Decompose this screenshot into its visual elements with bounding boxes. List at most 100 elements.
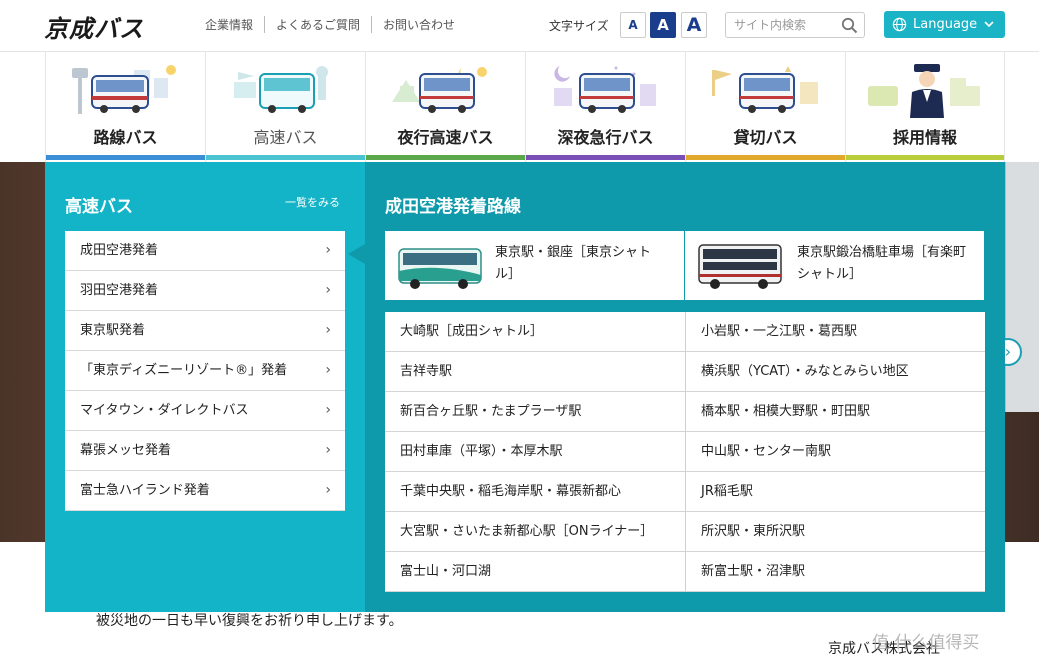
night-bus-illustration bbox=[392, 67, 487, 113]
category-list: 成田空港発着 › 羽田空港発着 › 東京駅発着 › 「東京ディズニーリゾート®」発着 ›… bbox=[65, 231, 345, 511]
site-header: 京成バス 企業情報 よくあるご質問 お問い合わせ 文字サイズ A A A Lan… bbox=[0, 0, 1039, 52]
category-item-label: 「東京ディズニーリゾート®」発着 bbox=[80, 363, 288, 378]
route-row: 大崎駅［成田シャトル］ 小岩駅・一之江駅・葛西駅 bbox=[385, 312, 985, 352]
category-item-label: 羽田空港発着 bbox=[80, 283, 159, 298]
tab-label: 夜行高速バス bbox=[397, 128, 494, 147]
category-item-disney-resort[interactable]: 「東京ディズニーリゾート®」発着 › bbox=[65, 351, 345, 391]
category-item-label: 東京駅発着 bbox=[80, 323, 146, 338]
category-item-mytown-direct[interactable]: マイタウン・ダイレクトバス › bbox=[65, 391, 345, 431]
tab-label: 採用情報 bbox=[892, 128, 957, 147]
route-link[interactable]: 田村車庫（平塚）・本厚木駅 bbox=[385, 432, 685, 472]
link-contact[interactable]: お問い合わせ bbox=[371, 16, 466, 33]
mega-menu: 高速バス 一覧をみる 成田空港発着 › 羽田空港発着 › 東京駅発着 › 「東京ディズ… bbox=[45, 162, 1005, 612]
tab-label: 路線バス bbox=[93, 128, 158, 147]
search-icon[interactable] bbox=[841, 17, 858, 34]
driver-illustration bbox=[868, 64, 980, 118]
category-item-label: 成田空港発着 bbox=[80, 243, 159, 258]
chevron-down-icon bbox=[984, 21, 994, 28]
route-link[interactable]: 千葉中央駅・稲毛海岸駅・幕張新都心 bbox=[385, 472, 685, 512]
route-link[interactable]: 橋本駅・相模大野駅・町田駅 bbox=[685, 392, 985, 432]
notice-text: 被災地の一日も早い復興をお祈り申し上げます。 bbox=[96, 613, 403, 629]
font-size-small-button[interactable]: A bbox=[620, 12, 646, 38]
featured-route-yurakucho-shuttle[interactable]: 東京駅鍛冶橋駐車場［有楽町シャトル］ bbox=[685, 231, 984, 300]
route-link[interactable]: 小岩駅・一之江駅・葛西駅 bbox=[685, 312, 985, 352]
language-label: Language bbox=[913, 17, 978, 32]
site-search bbox=[725, 12, 865, 38]
font-size-medium-button[interactable]: A bbox=[650, 12, 676, 38]
route-row: 田村車庫（平塚）・本厚木駅 中山駅・センター南駅 bbox=[385, 432, 985, 472]
category-item-tokyo-station[interactable]: 東京駅発着 › bbox=[65, 311, 345, 351]
late-night-bus-illustration bbox=[554, 66, 656, 113]
chevron-right-icon: › bbox=[325, 442, 331, 458]
category-item-label: マイタウン・ダイレクトバス bbox=[80, 403, 249, 418]
route-link[interactable]: JR稲毛駅 bbox=[685, 472, 985, 512]
chevron-right-icon: › bbox=[325, 482, 331, 498]
route-row: 千葉中央駅・稲毛海岸駅・幕張新都心 JR稲毛駅 bbox=[385, 472, 985, 512]
tab-route-bus[interactable]: 路線バス bbox=[45, 52, 205, 162]
tab-night-express-bus[interactable]: 夜行高速バス bbox=[365, 52, 525, 162]
route-link[interactable]: 横浜駅（YCAT）・みなとみらい地区 bbox=[685, 352, 985, 392]
view-all-link[interactable]: 一覧をみる bbox=[285, 194, 340, 210]
chevron-right-icon: › bbox=[325, 402, 331, 418]
category-item-narita[interactable]: 成田空港発着 › bbox=[65, 231, 345, 271]
site-logo[interactable]: 京成バス bbox=[44, 9, 144, 44]
chevron-right-icon: › bbox=[325, 282, 331, 298]
route-link[interactable]: 新百合ヶ丘駅・たまプラーザ駅 bbox=[385, 392, 685, 432]
chevron-right-icon: › bbox=[325, 242, 331, 258]
font-size-large-button[interactable]: A bbox=[681, 12, 707, 38]
category-item-haneda[interactable]: 羽田空港発着 › bbox=[65, 271, 345, 311]
route-row: 大宮駅・さいたま新都心駅［ONライナー］ 所沢駅・東所沢駅 bbox=[385, 512, 985, 552]
hero-laptop-image bbox=[1004, 162, 1039, 412]
route-link[interactable]: 吉祥寺駅 bbox=[385, 352, 685, 392]
route-link[interactable]: 富士山・河口湖 bbox=[385, 552, 685, 592]
route-link[interactable]: 中山駅・センター南駅 bbox=[685, 432, 985, 472]
tab-color-bar bbox=[526, 155, 685, 160]
route-section-title: 成田空港発着路線 bbox=[385, 197, 521, 217]
tab-color-bar bbox=[206, 155, 365, 160]
tab-late-night-express-bus[interactable]: 深夜急行バス bbox=[525, 52, 685, 162]
chevron-right-icon: › bbox=[325, 322, 331, 338]
charter-bus-illustration bbox=[712, 66, 818, 113]
utility-links: 企業情報 よくあるご質問 お問い合わせ bbox=[205, 16, 466, 33]
route-row: 吉祥寺駅 横浜駅（YCAT）・みなとみらい地区 bbox=[385, 352, 985, 392]
route-bus-illustration bbox=[72, 65, 176, 114]
tab-color-bar bbox=[46, 155, 205, 160]
watermark: 值 什么值得买 bbox=[872, 633, 980, 653]
featured-route-name: 東京駅鍛冶橋駐車場［有楽町シャトル］ bbox=[797, 245, 967, 282]
tab-charter-bus[interactable]: 貸切バス bbox=[685, 52, 845, 162]
tab-color-bar bbox=[846, 155, 1004, 160]
category-item-label: 富士急ハイランド発着 bbox=[80, 483, 210, 498]
tab-color-bar bbox=[366, 155, 525, 160]
category-item-makuhari-messe[interactable]: 幕張メッセ発着 › bbox=[65, 431, 345, 471]
tab-recruitment[interactable]: 採用情報 bbox=[845, 52, 1005, 162]
search-input[interactable] bbox=[726, 13, 836, 37]
mega-menu-left-panel: 高速バス 一覧をみる 成田空港発着 › 羽田空港発着 › 東京駅発着 › 「東京ディズ… bbox=[45, 162, 365, 612]
active-item-pointer bbox=[348, 244, 365, 264]
link-company-info[interactable]: 企業情報 bbox=[205, 16, 264, 33]
route-row: 富士山・河口湖 新富士駅・沼津駅 bbox=[385, 552, 985, 592]
category-item-fujiq-highland[interactable]: 富士急ハイランド発着 › bbox=[65, 471, 345, 511]
featured-route-tokyo-shuttle[interactable]: 東京駅・銀座［東京シャトル］ bbox=[385, 231, 684, 300]
globe-icon bbox=[892, 17, 907, 32]
language-button[interactable]: Language bbox=[884, 11, 1005, 38]
chevron-right-icon: › bbox=[325, 362, 331, 378]
mega-menu-title: 高速バス bbox=[65, 197, 133, 217]
route-link[interactable]: 新富士駅・沼津駅 bbox=[685, 552, 985, 592]
link-faq[interactable]: よくあるご質問 bbox=[264, 16, 371, 33]
route-list: 大崎駅［成田シャトル］ 小岩駅・一之江駅・葛西駅 吉祥寺駅 横浜駅（YCAT）・… bbox=[385, 312, 985, 592]
category-item-label: 幕張メッセ発着 bbox=[80, 443, 172, 458]
route-link[interactable]: 大崎駅［成田シャトル］ bbox=[385, 312, 685, 352]
route-link[interactable]: 所沢駅・東所沢駅 bbox=[685, 512, 985, 552]
tab-express-bus[interactable]: 高速バス bbox=[205, 52, 365, 162]
express-bus-illustration bbox=[234, 66, 328, 113]
featured-route-name: 東京駅・銀座［東京シャトル］ bbox=[495, 245, 652, 282]
mega-menu-right-panel: 成田空港発着路線 東京駅・銀座［東京シャトル］ 東京駅鍛冶橋駐車場［有楽町シャト… bbox=[365, 162, 1005, 612]
route-link[interactable]: 大宮駅・さいたま新都心駅［ONライナー］ bbox=[385, 512, 685, 552]
tab-label: 深夜急行バス bbox=[557, 128, 654, 147]
global-nav: 路線バス 高速バス 夜行高速バス 深夜急行バス 貸切バス 採用情報 bbox=[45, 52, 1005, 162]
tab-label: 高速バス bbox=[253, 128, 318, 147]
bus-photo bbox=[398, 248, 482, 289]
tab-label: 貸切バス bbox=[733, 128, 798, 147]
route-row: 新百合ヶ丘駅・たまプラーザ駅 橋本駅・相模大野駅・町田駅 bbox=[385, 392, 985, 432]
font-size-label: 文字サイズ bbox=[549, 19, 609, 33]
